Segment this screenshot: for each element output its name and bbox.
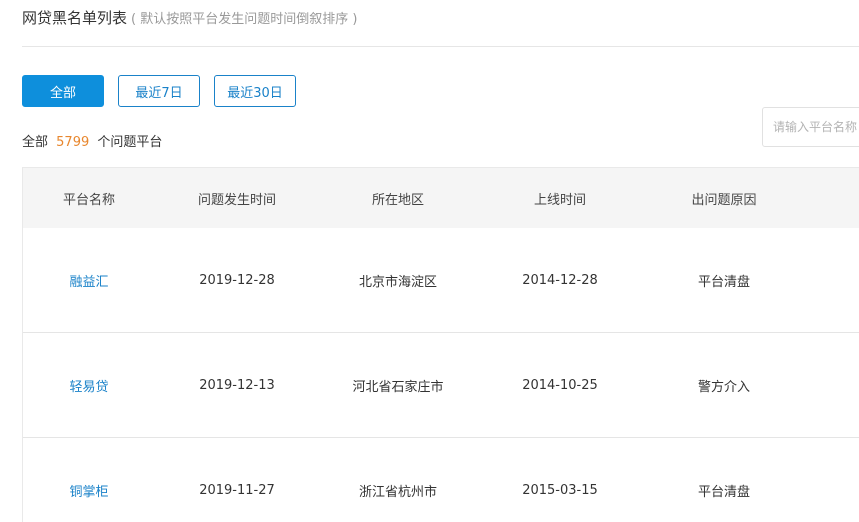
platform-name-link[interactable]: 轻易贷 <box>23 376 155 395</box>
reason-cell: 平台清盘 <box>697 274 750 290</box>
issue-date-cell: 2019-12-13 <box>199 377 275 393</box>
table-row: 铜掌柜 2019-11-27 浙江省杭州市 2015-03-15 平台清盘 <box>23 438 859 522</box>
page-header: 网贷黑名单列表( 默认按照平台发生问题时间倒叙排序 ) <box>22 8 859 47</box>
online-date-cell: 2015-03-15 <box>522 482 598 498</box>
blacklist-table: 平台名称 问题发生时间 所在地区 上线时间 出问题原因 融益汇 2019-12-… <box>22 167 859 522</box>
reason-cell: 警方介入 <box>697 379 750 395</box>
column-header-online-date: 上线时间 <box>533 192 586 208</box>
table-header: 平台名称 问题发生时间 所在地区 上线时间 出问题原因 <box>23 167 859 228</box>
platform-name-link[interactable]: 融益汇 <box>23 271 155 290</box>
summary-prefix: 全部 <box>22 135 49 150</box>
page-subtitle: ( 默认按照平台发生问题时间倒叙排序 ) <box>131 12 358 27</box>
region-cell: 河北省石家庄市 <box>352 379 444 395</box>
filter-group: 全部 最近7日 最近30日 <box>22 75 310 107</box>
reason-cell: 平台清盘 <box>697 484 750 500</box>
platform-name-link[interactable]: 铜掌柜 <box>23 481 155 500</box>
column-header-region: 所在地区 <box>371 192 424 208</box>
region-cell: 浙江省杭州市 <box>358 484 437 500</box>
online-date-cell: 2014-12-28 <box>522 272 598 288</box>
filter-last-7-days-button[interactable]: 最近7日 <box>118 75 200 107</box>
summary-count: 5799 <box>56 135 90 150</box>
page: 网贷黑名单列表( 默认按照平台发生问题时间倒叙排序 ) 全部 最近7日 最近30… <box>0 0 859 522</box>
filter-all-button[interactable]: 全部 <box>22 75 104 107</box>
column-header-platform-name: 平台名称 <box>62 192 115 208</box>
table-row: 轻易贷 2019-12-13 河北省石家庄市 2014-10-25 警方介入 <box>23 333 859 438</box>
page-title: 网贷黑名单列表 <box>22 9 128 27</box>
issue-date-cell: 2019-12-28 <box>199 272 275 288</box>
online-date-cell: 2014-10-25 <box>522 377 598 393</box>
platform-search-input[interactable] <box>762 107 859 147</box>
column-header-reason: 出问题原因 <box>691 192 757 208</box>
issue-date-cell: 2019-11-27 <box>199 482 275 498</box>
result-summary: 全部 5799 个问题平台 <box>22 131 162 150</box>
table-row: 融益汇 2019-12-28 北京市海淀区 2014-12-28 平台清盘 <box>23 228 859 333</box>
filter-last-30-days-button[interactable]: 最近30日 <box>214 75 296 107</box>
column-header-issue-date: 问题发生时间 <box>197 192 276 208</box>
summary-suffix: 个问题平台 <box>97 135 163 150</box>
region-cell: 北京市海淀区 <box>358 274 437 290</box>
